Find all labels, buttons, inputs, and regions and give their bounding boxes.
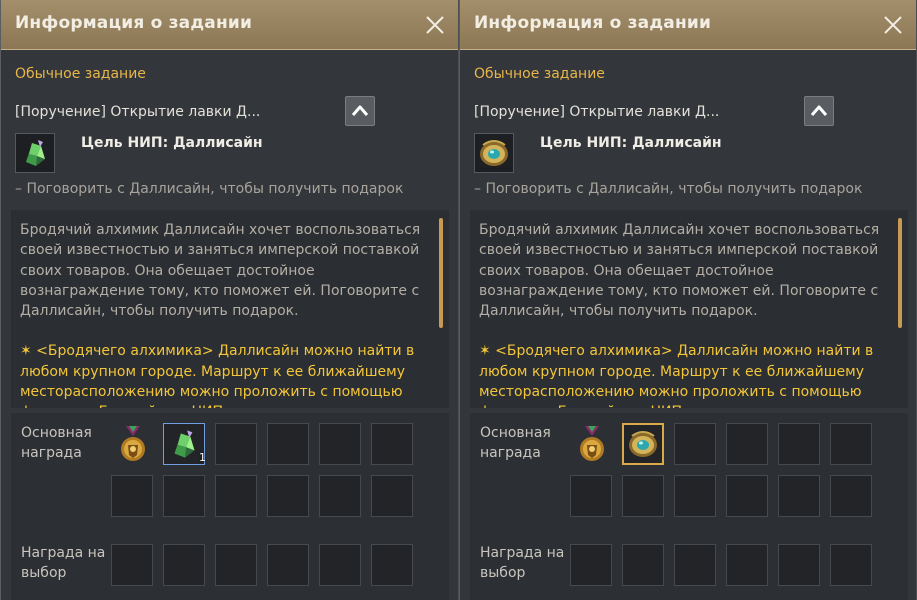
reward-slot-empty[interactable] [267, 423, 309, 465]
main-reward-label: Основная награда [21, 425, 92, 461]
window-title: Информация о задании [474, 13, 712, 33]
quest-item-icon[interactable] [15, 133, 55, 173]
choice-slot-empty[interactable] [163, 544, 205, 586]
reward-slot-empty[interactable] [163, 475, 205, 517]
reward-slot-empty[interactable] [778, 423, 820, 465]
chevron-up-icon [810, 105, 828, 116]
choice-slot-empty[interactable] [622, 544, 664, 586]
reward-slot-amulet[interactable] [622, 423, 664, 465]
reward-slot-empty[interactable] [371, 423, 413, 465]
reward-slot-empty[interactable] [267, 475, 309, 517]
rewards-section: Основная награда Награда на выбор [470, 413, 908, 600]
item-count: 1 [199, 451, 206, 464]
gold-amulet-icon [480, 140, 508, 166]
reward-slot-empty[interactable] [726, 423, 768, 465]
green-crystal-icon [26, 140, 45, 166]
quest-name: [Поручение] Открытие лавки Д... [474, 104, 720, 120]
choice-slot-empty[interactable] [111, 544, 153, 586]
choice-slot-empty[interactable] [319, 544, 361, 586]
reward-slot-empty[interactable] [319, 475, 361, 517]
reward-slot-empty[interactable] [726, 475, 768, 517]
chevron-up-icon [351, 105, 369, 116]
quest-description: Бродячий алхимик Даллисайн хочет восполь… [20, 222, 421, 320]
quest-hint: ✶ <Бродячего алхимика> Даллисайн можно н… [20, 343, 415, 408]
quest-objective: – Поговорить с Даллисайн, чтобы получить… [474, 181, 863, 197]
reward-slot-empty[interactable] [319, 423, 361, 465]
choice-slot-empty[interactable] [570, 544, 612, 586]
quest-info-panel-left: Информация о задании Обычное задание [По… [0, 0, 459, 600]
title-bar[interactable]: Информация о задании [460, 0, 916, 50]
quest-description-box[interactable]: Бродячий алхимик Даллисайн хочет восполь… [470, 210, 908, 408]
quest-description: Бродячий алхимик Даллисайн хочет восполь… [479, 222, 880, 320]
reward-slot-empty[interactable] [215, 423, 257, 465]
scrollbar-thumb[interactable] [439, 218, 443, 328]
choice-slot-empty[interactable] [371, 544, 413, 586]
npc-target: Цель НИП: Даллисайн [81, 135, 263, 151]
reward-slot-empty[interactable] [215, 475, 257, 517]
reward-slot-empty[interactable] [830, 475, 872, 517]
window-title: Информация о задании [15, 13, 253, 33]
choice-slot-empty[interactable] [267, 544, 309, 586]
choice-slot-empty[interactable] [726, 544, 768, 586]
collapse-button[interactable] [345, 96, 375, 126]
gold-amulet-icon [629, 431, 657, 457]
reward-slot-empty[interactable] [622, 475, 664, 517]
title-bar[interactable]: Информация о задании [1, 0, 458, 50]
quest-objective: – Поговорить с Даллисайн, чтобы получить… [15, 181, 404, 197]
quest-type: Обычное задание [474, 66, 605, 82]
reward-slot-medal[interactable] [570, 423, 612, 465]
choice-reward-label: Награда на выбор [21, 545, 106, 581]
reward-slot-empty[interactable] [111, 475, 153, 517]
quest-type: Обычное задание [15, 66, 146, 82]
close-icon[interactable] [882, 14, 904, 36]
choice-slot-empty[interactable] [215, 544, 257, 586]
scrollbar-thumb[interactable] [898, 218, 902, 328]
quest-hint: ✶ <Бродячего алхимика> Даллисайн можно н… [479, 343, 874, 408]
reward-slot-empty[interactable] [674, 423, 716, 465]
reward-slot-crystal[interactable]: 1 [163, 423, 206, 465]
close-icon[interactable] [424, 14, 446, 36]
choice-slot-empty[interactable] [674, 544, 716, 586]
quest-info-panel-right: Информация о задании Обычное задание [По… [459, 0, 917, 600]
medal-icon [580, 426, 604, 461]
quest-description-box[interactable]: Бродячий алхимик Даллисайн хочет восполь… [11, 210, 449, 408]
reward-slot-empty[interactable] [778, 475, 820, 517]
choice-reward-label: Награда на выбор [480, 545, 565, 581]
rewards-section: Основная награда Награда на выбор 1 [11, 413, 449, 600]
quest-name: [Поручение] Открытие лавки Д... [15, 104, 261, 120]
main-reward-label: Основная награда [480, 425, 551, 461]
choice-slot-empty[interactable] [830, 544, 872, 586]
reward-slot-empty[interactable] [570, 475, 612, 517]
quest-item-icon[interactable] [474, 133, 514, 173]
reward-slot-empty[interactable] [371, 475, 413, 517]
green-crystal-icon [174, 430, 195, 458]
choice-slot-empty[interactable] [778, 544, 820, 586]
reward-slot-medal[interactable] [111, 423, 153, 465]
reward-slot-empty[interactable] [674, 475, 716, 517]
medal-icon [121, 426, 145, 461]
reward-slot-empty[interactable] [830, 423, 872, 465]
collapse-button[interactable] [804, 96, 834, 126]
npc-target: Цель НИП: Даллисайн [540, 135, 722, 151]
